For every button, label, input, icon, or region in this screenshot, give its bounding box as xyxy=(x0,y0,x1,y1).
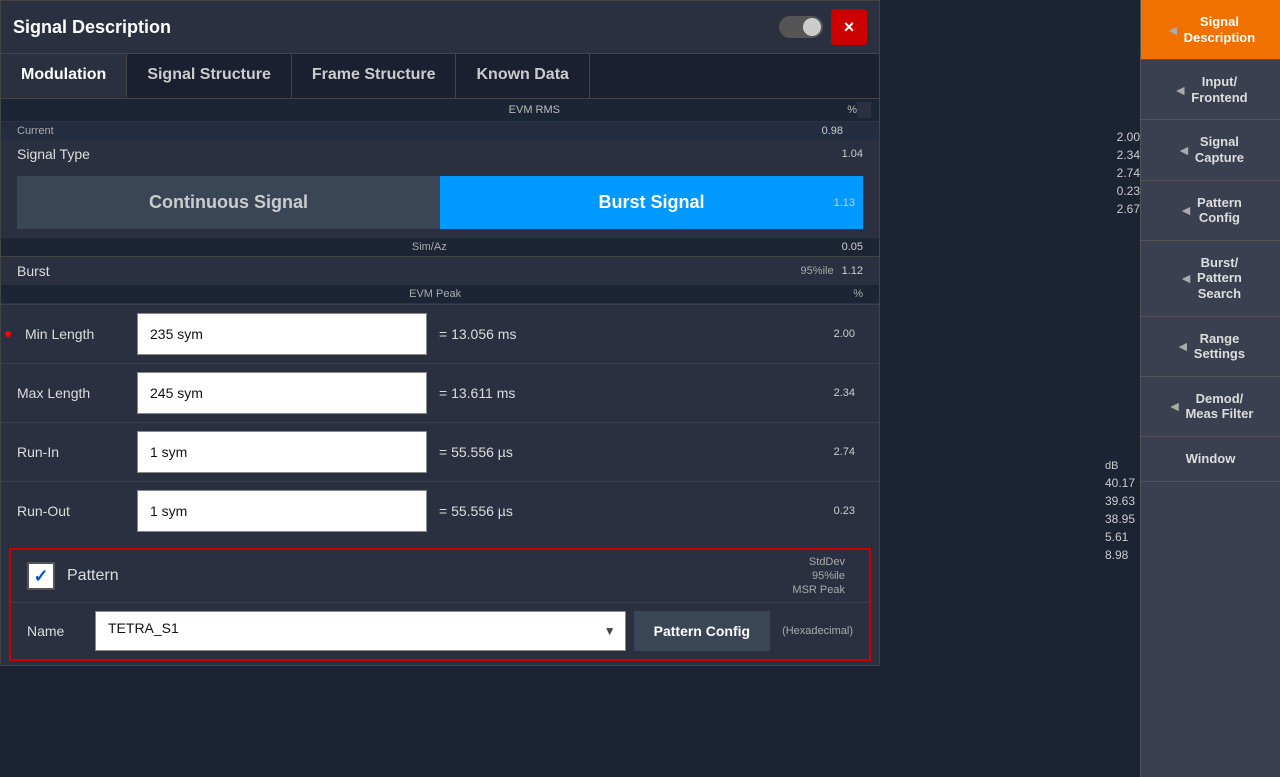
bg-stddev-label: StdDev xyxy=(809,556,845,568)
burst-signal-button[interactable]: Burst Signal xyxy=(440,176,863,229)
tab-bar: Modulation Signal Structure Frame Struct… xyxy=(1,54,879,99)
sidebar-item-signal-capture[interactable]: ◄ SignalCapture xyxy=(1141,120,1280,180)
min-length-indicator xyxy=(5,331,11,337)
min-length-label: Min Length xyxy=(17,326,137,342)
tab-modulation[interactable]: Modulation xyxy=(1,54,127,98)
pattern-name-value[interactable]: TETRA_S1 xyxy=(95,611,626,651)
bg-percentile2-label: 95%ile xyxy=(812,570,845,582)
bg-val-098: 0.98 xyxy=(822,125,843,137)
pattern-name-dropdown-container: TETRA_S1 ▼ xyxy=(95,611,626,651)
max-length-input[interactable] xyxy=(137,372,427,414)
sidebar-arrow-demod: ◄ xyxy=(1168,398,1182,414)
sidebar-arrow-pattern: ◄ xyxy=(1179,202,1193,218)
sidebar-item-demod-meas-filter[interactable]: ◄ Demod/Meas Filter xyxy=(1141,377,1280,437)
sidebar-label-input-frontend: Input/Frontend xyxy=(1191,74,1247,105)
run-out-equals: = 55.556 µs xyxy=(439,503,569,519)
sidebar-item-input-frontend[interactable]: ◄ Input/Frontend xyxy=(1141,60,1280,120)
sidebar-item-pattern-config[interactable]: ◄ PatternConfig xyxy=(1141,181,1280,241)
sidebar-label-pattern-config: PatternConfig xyxy=(1197,195,1242,226)
hex-label: (Hexadecimal) xyxy=(782,625,853,637)
signal-type-buttons: Continuous Signal Burst Signal 1.13 xyxy=(1,168,879,237)
min-length-equals: = 13.056 ms xyxy=(439,326,569,342)
run-in-row: Run-In = 55.556 µs 2.74 xyxy=(1,422,879,481)
title-controls: × xyxy=(779,9,867,45)
tab-frame-structure[interactable]: Frame Structure xyxy=(292,54,457,98)
run-in-equals: = 55.556 µs xyxy=(439,444,569,460)
sidebar-label-signal-capture: SignalCapture xyxy=(1195,134,1244,165)
tab-known-data[interactable]: Known Data xyxy=(456,54,589,98)
min-length-row: Min Length = 13.056 ms 2.00 xyxy=(1,304,879,363)
tab-signal-structure[interactable]: Signal Structure xyxy=(127,54,292,98)
burst-section-label: Burst 95%ile 1.12 xyxy=(1,256,879,285)
dialog-titlebar: Signal Description × xyxy=(1,1,879,54)
pattern-header: ✓ Pattern StdDev 95%ile MSR Peak xyxy=(11,550,869,602)
bg-evm-peak-label: EVM Peak xyxy=(17,288,853,300)
max-length-equals: = 13.611 ms xyxy=(439,385,569,401)
toggle-thumb xyxy=(803,18,821,36)
signal-description-dialog: Signal Description × Modulation Signal S… xyxy=(0,0,880,666)
sidebar-label-demod-meas-filter: Demod/Meas Filter xyxy=(1185,391,1253,422)
sidebar-label-signal-description: SignalDescription xyxy=(1184,14,1256,45)
sidebar-item-window[interactable]: Window xyxy=(1141,437,1280,482)
run-in-right-num: 2.74 xyxy=(834,446,855,458)
max-length-row: Max Length = 13.611 ms 2.34 xyxy=(1,363,879,422)
sidebar-item-signal-description[interactable]: ◄ SignalDescription xyxy=(1141,0,1280,60)
sidebar-arrow-signal-cap: ◄ xyxy=(1177,142,1191,158)
bg-val-104: 1.04 xyxy=(842,148,863,160)
run-in-label: Run-In xyxy=(17,444,137,460)
checkbox-check-icon: ✓ xyxy=(33,566,48,587)
max-length-label: Max Length xyxy=(17,385,137,401)
sidebar-label-window: Window xyxy=(1186,451,1236,467)
pattern-checkbox[interactable]: ✓ xyxy=(27,562,55,590)
sidebar-arrow-input: ◄ xyxy=(1173,82,1187,98)
bg-evm-rms-header: EVM RMS xyxy=(272,104,797,116)
pattern-label: Pattern xyxy=(67,567,119,585)
bg-percent-sign: % xyxy=(853,288,863,300)
sidebar-item-burst-pattern-search[interactable]: ◄ Burst/PatternSearch xyxy=(1141,241,1280,317)
max-length-right-num: 2.34 xyxy=(834,387,855,399)
bg-percent-header: % xyxy=(797,104,857,116)
bg-val-112: 1.12 xyxy=(842,265,863,277)
dialog-title: Signal Description xyxy=(13,17,171,38)
pattern-name-row: Name TETRA_S1 ▼ Pattern Config (Hexadeci… xyxy=(11,602,869,659)
run-out-row: Run-Out = 55.556 µs 0.23 xyxy=(1,481,879,540)
sidebar-arrow-range: ◄ xyxy=(1176,338,1190,354)
sidebar-arrow-burst: ◄ xyxy=(1179,270,1193,286)
sidebar-arrow-signal-desc: ◄ xyxy=(1166,22,1180,38)
bg-sim-label: Sim/Az xyxy=(17,241,842,253)
min-length-right-num: 2.00 xyxy=(834,328,855,340)
bg-current-label: Current xyxy=(17,125,54,137)
dialog-body: EVM RMS % Current 0.98 Signal Type 1.04 … xyxy=(1,99,879,661)
bg-val-113: 1.13 xyxy=(834,197,855,209)
min-length-input[interactable] xyxy=(137,313,427,355)
sidebar-label-range-settings: RangeSettings xyxy=(1194,331,1245,362)
right-sidebar: ◄ SignalDescription ◄ Input/Frontend ◄ S… xyxy=(1140,0,1280,777)
run-out-right-num: 0.23 xyxy=(834,505,855,517)
pattern-name-label: Name xyxy=(27,623,87,639)
bg-percentile-label: 95%ile xyxy=(801,265,834,277)
close-button[interactable]: × xyxy=(831,9,867,45)
bg-val-005: 0.05 xyxy=(842,241,863,253)
pattern-config-button[interactable]: Pattern Config xyxy=(634,611,770,651)
sidebar-item-range-settings[interactable]: ◄ RangeSettings xyxy=(1141,317,1280,377)
pattern-section: ✓ Pattern StdDev 95%ile MSR Peak Name TE… xyxy=(9,548,871,661)
run-out-input[interactable] xyxy=(137,490,427,532)
bg-msr-peak-label: MSR Peak xyxy=(792,584,845,596)
signal-type-label: Signal Type xyxy=(17,146,90,162)
toggle-switch[interactable] xyxy=(779,16,823,38)
sidebar-label-burst-pattern-search: Burst/PatternSearch xyxy=(1197,255,1242,302)
run-out-label: Run-Out xyxy=(17,503,137,519)
continuous-signal-button[interactable]: Continuous Signal xyxy=(17,176,440,229)
run-in-input[interactable] xyxy=(137,431,427,473)
